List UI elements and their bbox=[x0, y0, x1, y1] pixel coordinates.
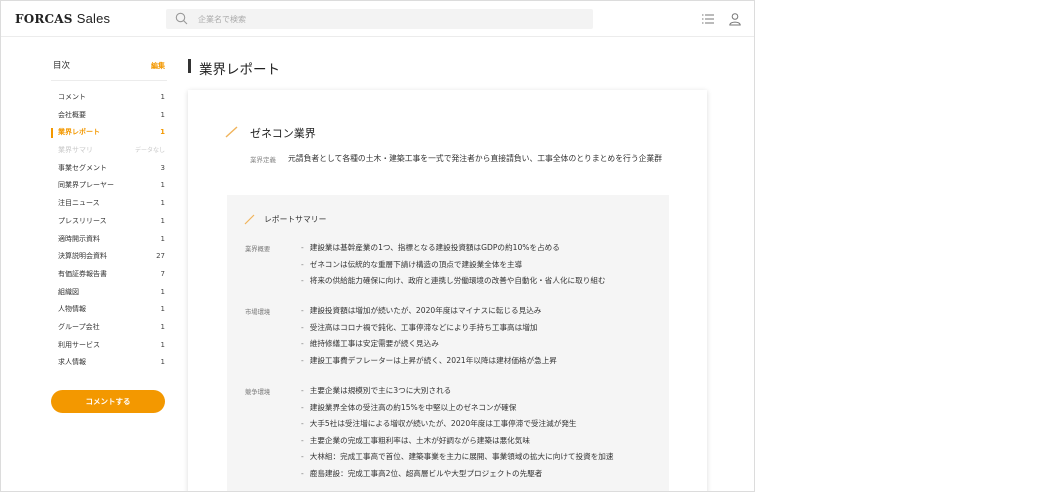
toc-item[interactable]: 業界サマリ データなし bbox=[51, 142, 167, 160]
toc-item[interactable]: 人物情報 1 bbox=[51, 301, 167, 319]
bullet-item: 鹿島建設：完成工事高2位、超高層ビルや大型プロジェクトの先駆者 bbox=[301, 468, 614, 485]
page-title: 業界レポート bbox=[199, 62, 280, 78]
toc-edit-link[interactable]: 編集 bbox=[151, 61, 165, 71]
toc-item-count: 1 bbox=[160, 305, 165, 314]
definition-label: 業界定義 bbox=[250, 156, 276, 164]
toc-item[interactable]: 業界レポート 1 bbox=[51, 124, 167, 142]
toc-item-label: プレスリリース bbox=[58, 216, 107, 225]
page-title-marker bbox=[188, 59, 191, 73]
toc-item-count: 1 bbox=[160, 181, 165, 190]
logo-suffix: Sales bbox=[76, 11, 111, 26]
search-box[interactable] bbox=[166, 9, 593, 29]
toc-item-label: 業界レポート bbox=[58, 128, 100, 137]
toc-item-label: 業界サマリ bbox=[58, 146, 93, 155]
toc-item-count: 1 bbox=[160, 234, 165, 243]
logo-bold: FORCAS bbox=[15, 12, 73, 26]
toc-header: 目次 編集 bbox=[51, 55, 167, 81]
toc-item-count: 1 bbox=[160, 110, 165, 119]
bullet-item: 大手5社は受注増による増収が続いたが、2020年度は工事停滞で受注減が発生 bbox=[301, 418, 614, 435]
bullet-item: 建設業は基幹産業の1つ、指標となる建設投資額はGDPの約10%を占める bbox=[301, 242, 606, 259]
bullet-item: 維持修繕工事は安定需要が続く見込み bbox=[301, 338, 557, 355]
section-label: 競争環境 bbox=[245, 389, 271, 396]
toc-item[interactable]: コメント 1 bbox=[51, 89, 167, 107]
report-summary: レポートサマリー 業界概要 建設業は基幹産業の1つ、指標となる建設投資額はGDPの… bbox=[227, 195, 669, 491]
report-card: ゼネコン業界 業界定義 元請負者として各種の土木・建築工事を一式で発注者から直接… bbox=[188, 90, 707, 491]
toc-item[interactable]: 注目ニュース 1 bbox=[51, 195, 167, 213]
bullet-item: 主要企業は規模別で主に3つに大別される bbox=[301, 385, 614, 402]
toc-item-count: 1 bbox=[160, 128, 165, 137]
toc-item-count: データなし bbox=[134, 147, 165, 155]
comment-button[interactable]: コメントする bbox=[51, 390, 165, 413]
toc-item[interactable]: プレスリリース 1 bbox=[51, 213, 167, 231]
user-icon[interactable] bbox=[728, 12, 742, 26]
toc-item[interactable]: 組織図 1 bbox=[51, 284, 167, 302]
toc-item-label: 事業セグメント bbox=[58, 163, 107, 172]
toc-item-label: コメント bbox=[58, 93, 86, 101]
bullet-list: 建設業は基幹産業の1つ、指標となる建設投資額はGDPの約10%を占めるゼネコンは… bbox=[301, 242, 606, 292]
top-bar: FORCAS Sales bbox=[1, 1, 754, 37]
toc-item[interactable]: 同業界プレーヤー 1 bbox=[51, 177, 167, 195]
toc-item-label: 同業界プレーヤー bbox=[58, 181, 114, 190]
search-input[interactable] bbox=[198, 9, 578, 29]
toc-item-label: 組織図 bbox=[58, 287, 79, 296]
toc-item-count: 1 bbox=[160, 322, 165, 331]
toc-item-count: 1 bbox=[160, 216, 165, 225]
toc-title: 目次 bbox=[53, 61, 71, 71]
app-window: FORCAS Sales 目次 編集 コメント1会社概要1業界レ bbox=[0, 0, 755, 492]
toc-item[interactable]: 適時開示資料 1 bbox=[51, 231, 167, 249]
toc-item-label: 注目ニュース bbox=[58, 199, 100, 208]
list-icon[interactable] bbox=[701, 12, 715, 26]
slash-mark-icon bbox=[225, 126, 238, 138]
summary-title: レポートサマリー bbox=[264, 215, 327, 224]
toc-list: コメント 1 会社概要 1 業界レポート 1 業界サマリ データなし事業セグメント 3 同業界プレ… bbox=[51, 89, 167, 372]
bullet-list: 主要企業は規模別で主に3つに大別される建設業界全体の受注高の約15%を中堅以上の… bbox=[301, 385, 614, 485]
bullet-item: 建設業界全体の受注高の約15%を中堅以上のゼネコンが確保 bbox=[301, 402, 614, 419]
toc-item-label: グループ会社 bbox=[58, 322, 100, 331]
toc-item-count: 3 bbox=[160, 163, 165, 172]
bullet-item: 建設投資額は増加が続いたが、2020年度はマイナスに転じる見込み bbox=[301, 305, 557, 322]
search-icon bbox=[175, 12, 188, 25]
bullet-item: 建設工事費デフレーターは上昇が続く、2021年以降は建材価格が急上昇 bbox=[301, 355, 557, 372]
definition-text: 元請負者として各種の土木・建築工事を一式で発注者から直接請負い、工事全体のとりま… bbox=[288, 154, 663, 163]
toc-item-label: 人物情報 bbox=[58, 305, 86, 314]
toc-item-label: 有価証券報告書 bbox=[58, 269, 107, 278]
toc-item-label: 利用サービス bbox=[58, 340, 100, 349]
toc-item[interactable]: 求人情報 1 bbox=[51, 354, 167, 372]
toc-item-count: 27 bbox=[156, 252, 165, 261]
toc-item[interactable]: 事業セグメント 3 bbox=[51, 160, 167, 178]
toc-item-count: 1 bbox=[160, 199, 165, 208]
bullet-item: 受注高はコロナ禍で鈍化、工事停滞などにより手持ち工事高は増加 bbox=[301, 322, 557, 339]
toc-item[interactable]: 利用サービス 1 bbox=[51, 337, 167, 355]
industry-name: ゼネコン業界 bbox=[250, 127, 316, 140]
bullet-item: 主要企業の完成工事粗利率は、土木が好調ながら建築は悪化気味 bbox=[301, 435, 614, 452]
toc-item-label: 会社概要 bbox=[58, 110, 86, 119]
toc-item-count: 1 bbox=[160, 340, 165, 349]
toc-item-label: 適時開示資料 bbox=[58, 234, 100, 243]
toc-item[interactable]: 会社概要 1 bbox=[51, 107, 167, 125]
toc-item[interactable]: 決算説明会資料 27 bbox=[51, 248, 167, 266]
bullet-item: 大林組：完成工事高で首位、建築事業を主力に展開、事業領域の拡大に向けて投資を加速 bbox=[301, 451, 614, 468]
bullet-item: ゼネコンは伝統的な重層下請け構造の頂点で建設業全体を主導 bbox=[301, 259, 606, 276]
bullet-list: 建設投資額は増加が続いたが、2020年度はマイナスに転じる見込み受注高はコロナ禍… bbox=[301, 305, 557, 371]
toc-item-label: 決算説明会資料 bbox=[58, 252, 107, 261]
toc-item-label: 求人情報 bbox=[58, 358, 86, 367]
toc-item-count: 1 bbox=[160, 93, 165, 101]
logo[interactable]: FORCAS Sales bbox=[15, 11, 110, 26]
toc-item-count: 7 bbox=[160, 269, 165, 278]
bullet-item: 将来の供給能力確保に向け、政府と連携し労働環境の改善や自動化・省人化に取り組む bbox=[301, 275, 606, 292]
toc-item[interactable]: グループ会社 1 bbox=[51, 319, 167, 337]
section-label: 業界概要 bbox=[245, 246, 271, 253]
section-label: 市場環境 bbox=[245, 309, 271, 316]
toc-item[interactable]: 有価証券報告書 7 bbox=[51, 266, 167, 284]
slash-mark-icon bbox=[244, 214, 255, 225]
toc-item-count: 1 bbox=[160, 287, 165, 296]
toc-item-count: 1 bbox=[160, 358, 165, 367]
